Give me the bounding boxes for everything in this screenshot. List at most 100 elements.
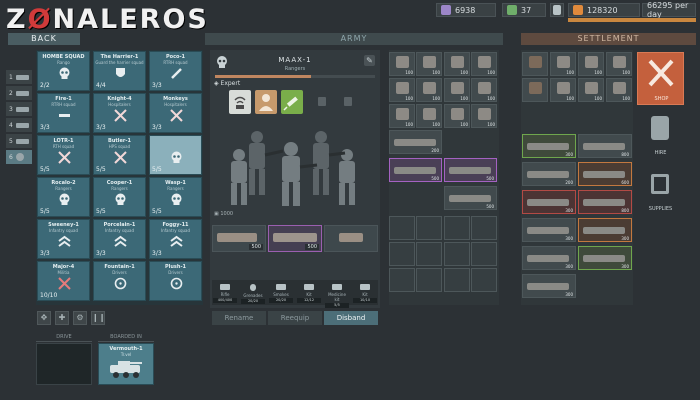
inventory-item[interactable]: 100: [471, 52, 497, 76]
empty-slot[interactable]: [416, 242, 442, 266]
reequip-button[interactable]: Reequip: [268, 311, 322, 325]
inventory-item[interactable]: 100: [444, 52, 470, 76]
rifle-icon: [527, 143, 569, 150]
inventory-item[interactable]: 100: [416, 78, 442, 102]
inventory-item[interactable]: 100: [416, 104, 442, 128]
move-tool-button[interactable]: ✥: [37, 311, 51, 325]
squad-card[interactable]: Sweeney-1 Infantry squad 3/3: [37, 219, 90, 259]
squad-card[interactable]: 5/5: [149, 135, 202, 175]
empty-slot[interactable]: [471, 216, 497, 240]
squad-card[interactable]: LOTR-1 RTH squad 5/5: [37, 135, 90, 175]
settlement-weapon[interactable]: 300: [522, 218, 576, 242]
vehicle-tab-1[interactable]: 1: [6, 70, 32, 84]
settlement-item[interactable]: 100: [606, 52, 632, 76]
settlement-item[interactable]: [522, 52, 548, 76]
settlement-weapon[interactable]: 800: [578, 190, 632, 214]
settlement-weapon[interactable]: 300: [522, 246, 576, 270]
squad-card[interactable]: Monkeys Hospitalers 3/3: [149, 93, 202, 133]
inventory-item[interactable]: 100: [389, 52, 415, 76]
vehicle-tab-2[interactable]: 2: [6, 86, 32, 100]
back-button[interactable]: BACK: [8, 33, 80, 45]
rename-button[interactable]: Rename: [212, 311, 266, 325]
settlement-item[interactable]: 100: [606, 78, 632, 102]
perk-officer[interactable]: [255, 90, 277, 114]
empty-slot[interactable]: [471, 268, 497, 292]
inventory-item[interactable]: 100: [444, 104, 470, 128]
inventory-weapon[interactable]: 500: [444, 158, 497, 182]
supplies-button[interactable]: SUPPLIES: [637, 164, 684, 214]
inventory-item[interactable]: 100: [416, 52, 442, 76]
squad-card[interactable]: Butler-1 HPS squad 5/5: [93, 135, 146, 175]
settlement-item[interactable]: 100: [550, 78, 576, 102]
settlement-weapon[interactable]: 600: [578, 162, 632, 186]
squad-card[interactable]: Fountain-1 Drivers: [93, 261, 146, 301]
squad-card[interactable]: Foggy-11 Infantry squad 3/3: [149, 219, 202, 259]
vehicle-tab-4[interactable]: 4: [6, 118, 32, 132]
empty-slot[interactable]: [444, 268, 470, 292]
xp-bar: [215, 75, 375, 78]
perk-medic[interactable]: [281, 90, 303, 114]
settlement-weapon[interactable]: 300: [522, 134, 576, 158]
settlement-item[interactable]: 100: [578, 78, 604, 102]
helmet-icon: [451, 108, 464, 120]
inventory-item[interactable]: 100: [389, 78, 415, 102]
weapon-slot-3[interactable]: [324, 225, 378, 252]
settlement-weapon[interactable]: 200: [522, 162, 576, 186]
trash-button[interactable]: [550, 3, 564, 17]
settlement-item[interactable]: 100: [578, 52, 604, 76]
inventory-item[interactable]: 100: [471, 104, 497, 128]
empty-slot[interactable]: [389, 242, 415, 266]
settlement-weapon[interactable]: 300: [522, 274, 576, 298]
settlement-item[interactable]: [522, 78, 548, 102]
empty-slot[interactable]: [471, 242, 497, 266]
squad-card[interactable]: Poco-1 RTRH squad 3/3: [149, 51, 202, 91]
edit-name-button[interactable]: ✎: [364, 55, 375, 66]
empty-slot[interactable]: [416, 268, 442, 292]
helmet-icon: [423, 82, 436, 94]
weapon-slot-1[interactable]: 500: [212, 225, 266, 252]
inventory-weapon[interactable]: 200: [389, 130, 442, 154]
settlement-weapon[interactable]: 300: [522, 190, 576, 214]
settlement-weapon[interactable]: 800: [578, 134, 632, 158]
inventory-item[interactable]: 100: [444, 78, 470, 102]
boarded-vehicle-card[interactable]: Vermouth-1 Tr.vel: [98, 343, 154, 385]
weapon-slot-2[interactable]: 500: [268, 225, 322, 252]
squad-card[interactable]: Plush-1 Drivers: [149, 261, 202, 301]
squad-card[interactable]: Cooper-1 Rangers 5/5: [93, 177, 146, 217]
empty-slot[interactable]: [416, 216, 442, 240]
squad-card[interactable]: Fire-1 RTRH squad 3/3: [37, 93, 90, 133]
drive-slot[interactable]: [36, 343, 92, 385]
squad-card[interactable]: The Harrier-1 Guard the harrier squad 4/4: [93, 51, 146, 91]
squad-card[interactable]: Rocalo-2 Rangers 5/5: [37, 177, 90, 217]
inventory-item[interactable]: 100: [389, 104, 415, 128]
vehicle-tab-3[interactable]: 3: [6, 102, 32, 116]
disband-button[interactable]: Disband: [324, 311, 378, 325]
settlement-item[interactable]: 100: [550, 52, 576, 76]
settlement-weapon[interactable]: 300: [578, 246, 632, 270]
ammo-tool-button[interactable]: ❙❙: [91, 311, 105, 325]
squad-card[interactable]: Porcelain-1 Infantry squad 3/3: [93, 219, 146, 259]
hire-button[interactable]: HIRE: [637, 108, 684, 158]
settlement-weapon[interactable]: 300: [578, 218, 632, 242]
inventory-weapon[interactable]: 500: [389, 158, 442, 182]
helmet-icon: [423, 108, 436, 120]
refill-tool-button[interactable]: ⚙: [73, 311, 87, 325]
squad-card-type: Rangers: [167, 186, 184, 191]
empty-slot[interactable]: [444, 216, 470, 240]
empty-slot[interactable]: [389, 216, 415, 240]
vehicle-tab-6[interactable]: 6: [6, 150, 32, 164]
vehicle-tab-5[interactable]: 5: [6, 134, 32, 148]
inventory-weapon[interactable]: 500: [444, 186, 497, 210]
squad-card[interactable]: Major-4 Militia 10/10: [37, 261, 90, 301]
squad-card[interactable]: Wasp-1 Rangers 5/5: [149, 177, 202, 217]
empty-slot[interactable]: [389, 268, 415, 292]
shop-button[interactable]: SHOP: [637, 52, 684, 105]
squad-card[interactable]: Knight-4 Hospitalers 3/3: [93, 93, 146, 133]
perk-radio[interactable]: [229, 90, 251, 114]
inventory-item[interactable]: 100: [471, 78, 497, 102]
squad-level: ◈ Expert: [214, 80, 241, 87]
cross-swords-badge-icon: [113, 151, 128, 164]
medic-tool-button[interactable]: ✚: [55, 311, 69, 325]
squad-card[interactable]: HOMBE SQUAD Rango 2/2: [37, 51, 90, 91]
empty-slot[interactable]: [444, 242, 470, 266]
